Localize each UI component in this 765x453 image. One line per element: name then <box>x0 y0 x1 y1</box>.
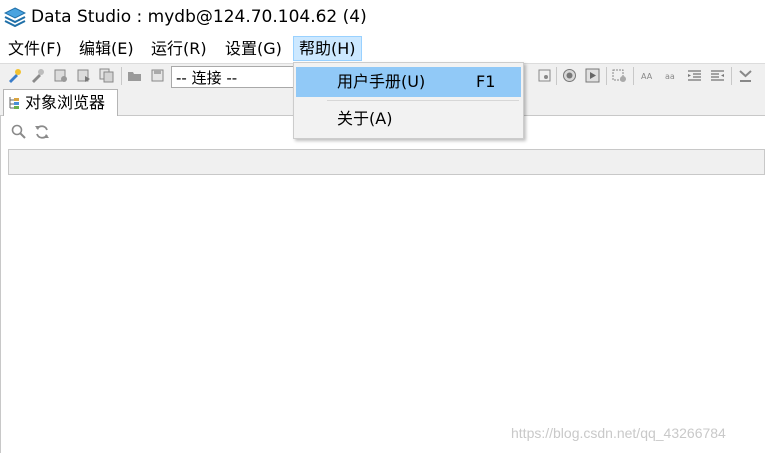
menu-settings[interactable]: 设置(G) <box>220 37 287 60</box>
disconnect-icon[interactable] <box>30 68 45 83</box>
about-label: 关于(A) <box>337 109 393 128</box>
refresh-icon[interactable] <box>34 124 50 140</box>
menu-run[interactable]: 运行(R) <box>146 37 212 60</box>
execute-file-icon[interactable] <box>76 68 91 83</box>
menu-edit[interactable]: 编辑(E) <box>74 37 139 60</box>
help-dropdown-menu: 用户手册(U) F1 关于(A) <box>293 62 524 139</box>
record-icon[interactable] <box>562 68 577 83</box>
tab-label: 对象浏览器 <box>25 93 106 112</box>
outdent-icon[interactable] <box>687 68 702 83</box>
tree-icon <box>9 97 19 109</box>
filter-input[interactable] <box>8 149 765 175</box>
menu-separator <box>327 100 519 101</box>
new-query-icon[interactable] <box>53 68 68 83</box>
user-manual-label: 用户手册(U) <box>337 72 426 91</box>
user-manual-shortcut: F1 <box>476 72 496 91</box>
tab-object-browser[interactable]: 对象浏览器 <box>3 89 118 116</box>
menu-item-about[interactable]: 关于(A) <box>296 104 521 134</box>
toolbar-separator <box>731 67 732 85</box>
search-icon[interactable] <box>11 124 26 139</box>
svg-text:aa: aa <box>665 72 675 81</box>
lowercase-icon[interactable]: aa <box>664 68 679 83</box>
uppercase-icon[interactable]: AA <box>641 68 656 83</box>
indent-icon[interactable] <box>710 68 725 83</box>
menu-bar: 文件(F) 编辑(E) 运行(R) 设置(G) 帮助(H) <box>0 34 765 62</box>
toolbar-separator <box>606 67 607 85</box>
title-bar: Data Studio : mydb@124.70.104.62 (4) <box>0 0 765 34</box>
menu-file[interactable]: 文件(F) <box>3 37 67 60</box>
grid-settings-icon[interactable] <box>612 68 627 83</box>
connect-icon[interactable] <box>7 68 22 83</box>
watermark: https://blog.csdn.net/qq_43266784 <box>511 425 726 441</box>
object-tree[interactable] <box>8 176 765 453</box>
connection-combo[interactable]: -- 连接 -- <box>171 66 305 88</box>
save-icon[interactable] <box>150 68 165 83</box>
menu-help[interactable]: 帮助(H) <box>293 36 362 61</box>
toolbar-separator <box>556 67 557 85</box>
copy-icon[interactable] <box>99 68 114 83</box>
toolbar-separator <box>633 67 634 85</box>
window-title: Data Studio : mydb@124.70.104.62 (4) <box>31 7 367 27</box>
svg-text:AA: AA <box>641 72 653 81</box>
collapse-icon[interactable] <box>738 68 753 83</box>
menu-item-user-manual[interactable]: 用户手册(U) F1 <box>296 67 521 97</box>
format-icon[interactable] <box>537 68 552 83</box>
toolbar-separator <box>121 67 122 85</box>
panel-border <box>0 116 1 453</box>
data-studio-logo-icon <box>4 7 26 28</box>
run-icon[interactable] <box>585 68 600 83</box>
open-folder-icon[interactable] <box>127 68 142 83</box>
